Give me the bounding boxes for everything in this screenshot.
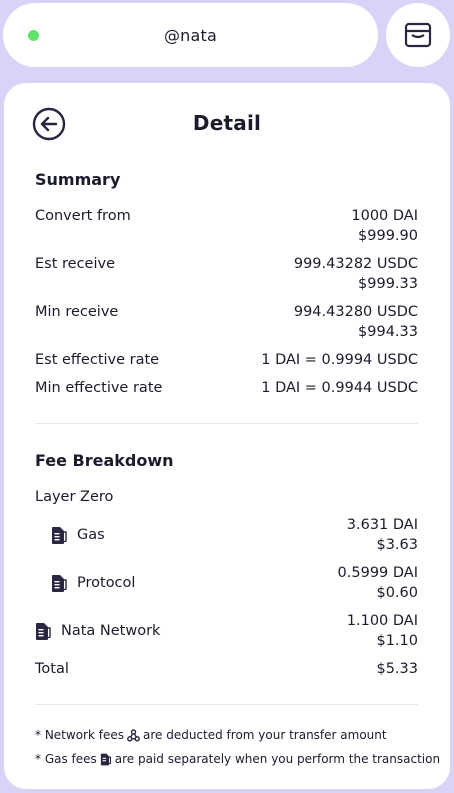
network-fees-note: * Network fees are deducted from your tr… — [35, 728, 387, 742]
fee-row-gas: Gas 3.631 DAI $3.63 — [51, 515, 418, 555]
summary-row-min-receive: Min receive 994.43280 USDC $994.33 — [35, 302, 418, 342]
row-label: Convert from — [35, 208, 131, 224]
row-label: Min effective rate — [35, 380, 163, 396]
total-label: Total — [35, 661, 69, 677]
fee-row-nata-network: Nata Network 1.100 DAI $1.10 — [35, 611, 418, 651]
fee-value-amount: 1.100 DAI — [346, 613, 418, 629]
fee-value-amount: 0.5999 DAI — [337, 565, 418, 581]
fee-label: Nata Network — [61, 623, 161, 639]
row-label: Est effective rate — [35, 352, 160, 368]
account-bar[interactable]: @nata — [3, 3, 378, 67]
username-label: @nata — [163, 25, 218, 45]
gas-pump-icon — [36, 622, 51, 640]
gas-fees-note: * Gas fees are paid separately when you … — [35, 752, 440, 766]
fee-label: Gas — [77, 527, 105, 543]
row-value-usd: $999.33 — [358, 276, 418, 292]
note-text: * Network fees — [35, 728, 124, 742]
row-value-amount: 999.43282 USDC — [293, 256, 418, 272]
fee-breakdown-heading: Fee Breakdown — [35, 451, 174, 470]
summary-heading: Summary — [35, 170, 121, 189]
wallet-icon — [404, 22, 432, 48]
summary-row-convert-from: Convert from 1000 DAI $999.90 — [35, 206, 418, 246]
row-value-rate: 1 DAI = 0.9944 USDC — [261, 380, 418, 396]
fee-value-usd: $1.10 — [376, 633, 418, 649]
row-label: Min receive — [35, 304, 119, 320]
gas-pump-icon — [52, 526, 67, 544]
row-value-usd: $999.90 — [358, 228, 418, 244]
online-status-dot — [28, 30, 39, 41]
row-value-amount: 994.43280 USDC — [293, 304, 418, 320]
fee-label: Protocol — [77, 575, 136, 591]
gas-pump-icon — [100, 753, 111, 765]
fee-value-usd: $3.63 — [376, 537, 418, 553]
fee-row-total: Total $5.33 — [35, 659, 418, 679]
fee-value-usd: $0.60 — [376, 585, 418, 601]
note-text: are deducted from your transfer amount — [142, 728, 387, 742]
summary-row-est-effective-rate: Est effective rate 1 DAI = 0.9994 USDC — [35, 350, 418, 370]
row-label: Est receive — [35, 256, 115, 272]
fee-row-protocol: Protocol 0.5999 DAI $0.60 — [51, 563, 418, 603]
note-text: * Gas fees — [35, 752, 97, 766]
row-value-usd: $994.33 — [358, 324, 418, 340]
total-value: $5.33 — [376, 661, 418, 677]
fee-group-layer-zero: Layer Zero — [35, 487, 418, 507]
wallet-button[interactable] — [386, 3, 450, 67]
summary-row-min-effective-rate: Min effective rate 1 DAI = 0.9944 USDC — [35, 378, 418, 398]
gas-pump-icon — [52, 574, 67, 592]
network-icon — [127, 728, 140, 742]
fee-value-amount: 3.631 DAI — [346, 517, 418, 533]
detail-card: Detail Summary Convert from 1000 DAI $99… — [4, 83, 450, 789]
row-value-amount: 1000 DAI — [351, 208, 418, 224]
page-title: Detail — [192, 111, 262, 135]
note-text: are paid separately when you perform the… — [114, 752, 441, 766]
row-value-rate: 1 DAI = 0.9994 USDC — [261, 352, 418, 368]
fee-group-label: Layer Zero — [35, 489, 114, 505]
section-divider — [35, 423, 418, 424]
summary-row-est-receive: Est receive 999.43282 USDC $999.33 — [35, 254, 418, 294]
section-divider — [35, 704, 418, 705]
